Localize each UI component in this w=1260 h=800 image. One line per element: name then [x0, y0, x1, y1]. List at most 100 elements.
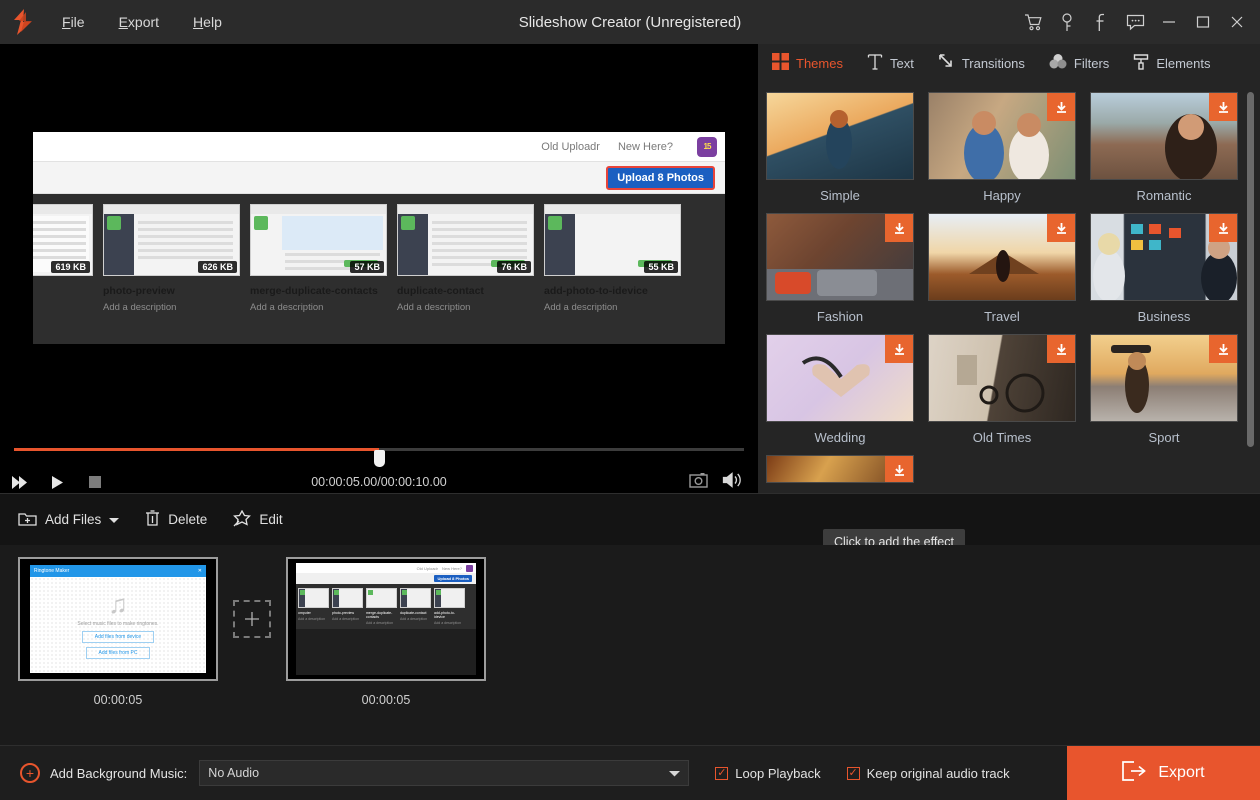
cart-icon[interactable]: [1016, 0, 1050, 44]
upload-photos-button: Upload 8 Photos: [606, 165, 715, 190]
download-badge[interactable]: [1209, 93, 1237, 121]
theme-thumbnail: [766, 92, 914, 180]
key-icon[interactable]: [1050, 0, 1084, 44]
theme-card-simple[interactable]: Simple: [766, 92, 914, 203]
photo-thumbnail: 76 KB: [397, 204, 534, 276]
download-badge[interactable]: [1047, 214, 1075, 242]
clip-thumbnail[interactable]: Ringtone Maker ✕ ♫ Select music files to…: [18, 557, 218, 681]
upload-page-mock: Old Uploadr New Here? Upload 8 Photos om…: [296, 563, 476, 675]
file-size-badge: 57 KB: [350, 261, 384, 273]
panel-scrollbar[interactable]: [1247, 92, 1254, 447]
photo-name: duplicate-contact: [400, 611, 427, 615]
theme-label: Happy: [983, 188, 1021, 203]
timeline-clip-2[interactable]: Old Uploadr New Here? Upload 8 Photos om…: [286, 557, 486, 707]
ringtone-maker-mock: Ringtone Maker ✕ ♫ Select music files to…: [30, 565, 206, 673]
mock-body: ♫ Select music files to make ringtones. …: [30, 577, 206, 673]
feedback-icon[interactable]: [1118, 0, 1152, 44]
add-files-button[interactable]: Add Files: [18, 510, 120, 530]
theme-card-travel[interactable]: Travel: [928, 213, 1076, 324]
volume-icon[interactable]: [722, 471, 744, 494]
menu-export-rest: xport: [127, 14, 160, 30]
photo-thumbnail: [332, 588, 363, 608]
delete-button[interactable]: Delete: [145, 509, 207, 530]
application-window: File Export Help Slideshow Creator (Unre…: [0, 0, 1260, 800]
list-item: 57 KB merge-duplicate-contacts Add a des…: [250, 204, 387, 344]
close-button[interactable]: [1220, 0, 1254, 44]
effects-tab-bar: Themes Text Transitions Filters Elements: [758, 44, 1260, 82]
mock-topbar: Old Uploadr New Here?: [296, 563, 476, 573]
camera-icon[interactable]: [689, 472, 708, 493]
theme-label: Old Times: [972, 430, 1032, 445]
tab-themes[interactable]: Themes: [770, 49, 845, 77]
progress-track[interactable]: [14, 448, 744, 467]
timeline-clip-1[interactable]: Ringtone Maker ✕ ♫ Select music files to…: [18, 557, 218, 707]
menu-item-file[interactable]: File: [60, 11, 87, 33]
photo-name: photo-preview: [332, 611, 354, 615]
minimize-button[interactable]: [1152, 0, 1186, 44]
avatar: 15: [697, 136, 717, 157]
photo-thumbnail: 619 KB: [33, 204, 93, 276]
menu-item-export[interactable]: Export: [117, 11, 161, 33]
lightning-logo-icon: [0, 0, 46, 44]
download-badge[interactable]: [1209, 335, 1237, 363]
shot-photo-grid: 619 KB omputer Add a description 626 KB …: [33, 194, 725, 344]
add-background-music-button[interactable]: +: [20, 763, 40, 783]
download-badge[interactable]: [885, 335, 913, 363]
list-item: photo-preview Add a description: [332, 588, 363, 625]
chevron-down-icon[interactable]: [109, 512, 120, 527]
facebook-icon[interactable]: [1084, 0, 1118, 44]
download-badge[interactable]: [1047, 93, 1075, 121]
themes-scroll-area[interactable]: Simple Happy Romantic Fashion Travel Bus…: [758, 82, 1260, 493]
download-badge[interactable]: [1209, 214, 1237, 242]
mock-photo-grid: omputer Add a description photo-preview Ad…: [296, 584, 476, 629]
photo-description: Add a description: [33, 302, 93, 313]
clip-duration: 00:00:05: [361, 693, 411, 707]
theme-card-happy[interactable]: Happy: [928, 92, 1076, 203]
preview-canvas[interactable]: Old Uploadr New Here? 15 Upload 8 Photos…: [33, 132, 725, 344]
theme-label: Travel: [984, 309, 1020, 324]
theme-label: Wedding: [814, 430, 866, 445]
clip-duration: 00:00:05: [93, 693, 143, 707]
chevron-down-icon[interactable]: [669, 766, 681, 780]
theme-label: Simple: [820, 188, 860, 203]
mock-add-pc-button: Add files from PC: [85, 647, 151, 659]
theme-card-wedding[interactable]: Wedding: [766, 334, 914, 445]
theme-card-romantic[interactable]: Romantic: [1090, 92, 1238, 203]
download-badge[interactable]: [885, 214, 913, 242]
keep-audio-checkbox[interactable]: ✓ Keep original audio track: [846, 765, 1010, 781]
theme-thumbnail: [1090, 92, 1238, 180]
theme-card-old-times[interactable]: Old Times: [928, 334, 1076, 445]
photo-thumbnail: [400, 588, 431, 608]
photo-thumbnail: [298, 588, 329, 608]
photo-thumbnail: 57 KB: [250, 204, 387, 276]
theme-card-sport[interactable]: Sport: [1090, 334, 1238, 445]
tab-text-label: Text: [889, 55, 914, 71]
photo-description: Add a description: [332, 617, 360, 621]
clip-thumbnail[interactable]: Old Uploadr New Here? Upload 8 Photos om…: [286, 557, 486, 681]
tab-transitions[interactable]: Transitions: [936, 49, 1027, 77]
download-badge[interactable]: [1047, 335, 1075, 363]
export-button[interactable]: Export: [1067, 746, 1260, 800]
theme-thumbnail: [928, 334, 1076, 422]
edit-button[interactable]: Edit: [233, 509, 283, 530]
mock-actionbar: Upload 8 Photos: [296, 573, 476, 584]
menu-item-help[interactable]: Help: [191, 11, 224, 33]
download-badge[interactable]: [885, 456, 913, 482]
list-item: duplicate-contact Add a description: [400, 588, 431, 625]
theme-card-fashion[interactable]: Fashion: [766, 213, 914, 324]
audio-select[interactable]: No Audio: [199, 760, 690, 786]
theme-card-business[interactable]: Business: [1090, 213, 1238, 324]
photo-description: Add a description: [366, 621, 394, 625]
loop-playback-checkbox[interactable]: ✓ Loop Playback: [715, 766, 821, 781]
keep-audio-label: Keep original audio track: [866, 765, 1010, 781]
file-size-badge: 619 KB: [51, 261, 90, 273]
tab-themes-label: Themes: [796, 55, 843, 71]
maximize-button[interactable]: [1186, 0, 1220, 44]
tab-elements[interactable]: Elements: [1131, 49, 1212, 77]
tab-filters[interactable]: Filters: [1047, 49, 1111, 77]
playback-progress[interactable]: [0, 437, 758, 467]
photo-name: duplicate-contact: [397, 285, 484, 297]
tab-text[interactable]: Text: [865, 49, 916, 77]
add-transition-icon[interactable]: [233, 600, 271, 638]
theme-card-next[interactable]: [766, 455, 914, 491]
